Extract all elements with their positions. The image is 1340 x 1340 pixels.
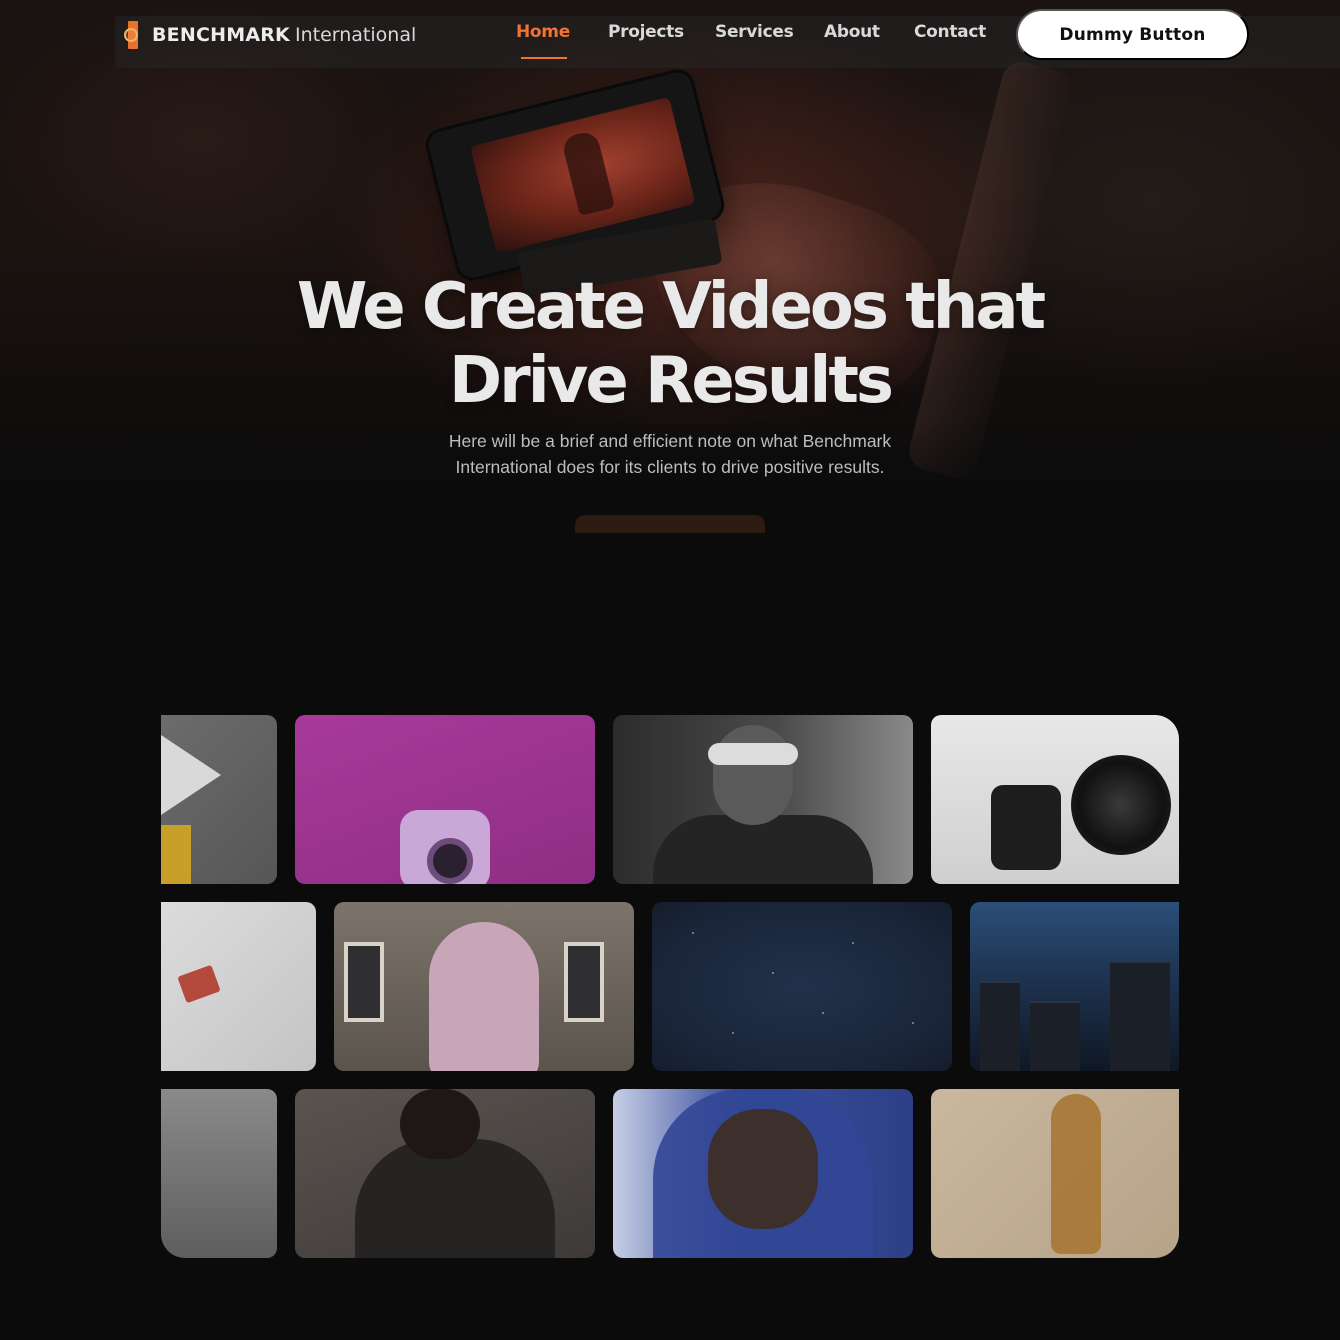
city-skyline-thumbnail[interactable]: [970, 902, 1179, 1071]
night-sky-thumbnail[interactable]: [652, 902, 952, 1071]
hero-subtext: Here will be a brief and efficient note …: [400, 428, 940, 480]
instant-camera-icon: [400, 810, 490, 884]
nav-item-contact[interactable]: Contact: [914, 22, 986, 42]
nav-item-projects[interactable]: Projects: [608, 22, 684, 42]
pink-hoodie-street-thumbnail[interactable]: [334, 902, 634, 1071]
dslr-camera-thumbnail[interactable]: [931, 715, 1179, 884]
blue-hood-portrait-thumbnail[interactable]: [613, 1089, 913, 1258]
sunglasses-portrait-thumbnail[interactable]: [613, 715, 913, 884]
top-navigation: BENCHMARK International Home Projects Se…: [0, 0, 1340, 68]
active-nav-indicator: [521, 57, 567, 59]
pink-instant-camera-thumbnail[interactable]: [295, 715, 595, 884]
yellow-sign-thumbnail[interactable]: [161, 715, 277, 884]
hero-hidden-button[interactable]: [575, 515, 765, 533]
hero-subtext-line2: International does for its clients to dr…: [455, 457, 885, 477]
golden-figure-thumbnail[interactable]: [931, 1089, 1179, 1258]
hero-subtext-line1: Here will be a brief and efficient note …: [448, 431, 892, 451]
woman-portrait-thumbnail[interactable]: [295, 1089, 595, 1258]
hero-headline-line2: Drive Results: [449, 344, 894, 418]
red-kite-thumbnail[interactable]: [161, 902, 316, 1071]
nav-item-about[interactable]: About: [824, 22, 880, 42]
nav-item-services[interactable]: Services: [715, 22, 794, 42]
dummy-cta-button[interactable]: Dummy Button: [1016, 9, 1249, 60]
hero-headline-line1: We Create Videos that: [296, 270, 1046, 344]
nav-item-home[interactable]: Home: [516, 22, 570, 42]
trees-thumbnail[interactable]: [161, 1089, 277, 1258]
video-gallery: [161, 715, 1179, 1258]
hero-headline: We Create Videos that Drive Results: [170, 270, 1170, 418]
